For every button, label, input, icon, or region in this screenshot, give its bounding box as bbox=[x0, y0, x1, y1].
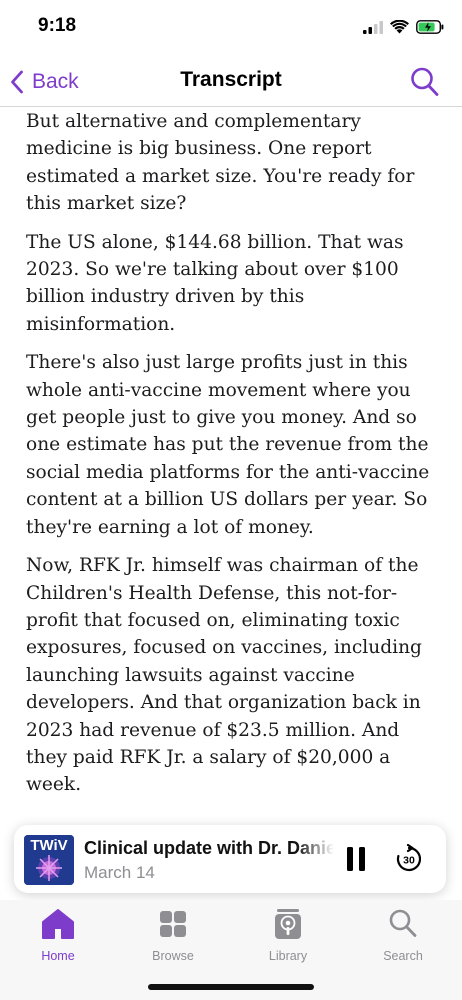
skip-forward-30-icon: 30 bbox=[396, 843, 422, 872]
battery-icon bbox=[416, 20, 444, 34]
status-time: 9:18 bbox=[38, 15, 77, 36]
skip-forward-button[interactable]: 30 bbox=[394, 843, 424, 874]
tab-bar: Home Browse Library Search bbox=[0, 900, 462, 1000]
tab-library[interactable]: Library bbox=[243, 908, 333, 963]
home-indicator bbox=[148, 984, 314, 990]
artwork-text: TWiV bbox=[30, 837, 67, 854]
chevron-left-icon bbox=[11, 70, 23, 94]
tab-browse-label: Browse bbox=[152, 949, 194, 963]
back-button[interactable]: Back bbox=[10, 66, 79, 98]
tab-home-label: Home bbox=[41, 949, 75, 963]
back-label: Back bbox=[32, 70, 79, 93]
wifi-icon bbox=[390, 20, 409, 34]
tab-home[interactable]: Home bbox=[13, 908, 103, 963]
status-bar: 9:18 bbox=[0, 0, 462, 54]
skip-seconds: 30 bbox=[403, 855, 415, 867]
home-icon bbox=[42, 909, 74, 939]
pause-icon bbox=[347, 847, 365, 871]
podcast-artwork: TWiV bbox=[24, 835, 74, 885]
podcast-icon bbox=[275, 909, 301, 939]
transcript-paragraph: There's also just large profits just in … bbox=[26, 352, 430, 538]
tab-browse[interactable]: Browse bbox=[128, 908, 218, 963]
episode-title: Clinical update with Dr. Daniel Griffin bbox=[84, 838, 334, 858]
tab-search[interactable]: Search bbox=[358, 908, 448, 963]
search-button[interactable] bbox=[410, 66, 440, 98]
transcript-paragraph: The US alone, $144.68 billion. That was … bbox=[26, 231, 404, 335]
signal-icon bbox=[363, 20, 383, 34]
status-icons bbox=[363, 16, 444, 38]
transcript-text: But alternative and complementary medici… bbox=[26, 108, 440, 818]
nav-bar: Back Transcript bbox=[0, 58, 462, 107]
mini-player[interactable]: TWiV Clinical update with Dr. Daniel Gri… bbox=[14, 825, 446, 893]
episode-date: March 14 bbox=[84, 863, 155, 882]
pause-button[interactable] bbox=[344, 845, 368, 873]
transcript-paragraph: Now, RFK Jr. himself was chairman of the… bbox=[26, 555, 422, 796]
tab-search-label: Search bbox=[383, 949, 423, 963]
search-icon bbox=[389, 909, 417, 937]
grid-icon bbox=[160, 911, 186, 937]
tab-library-label: Library bbox=[268, 949, 308, 963]
transcript-paragraph: But alternative and complementary medici… bbox=[26, 111, 415, 215]
search-icon bbox=[411, 67, 439, 96]
